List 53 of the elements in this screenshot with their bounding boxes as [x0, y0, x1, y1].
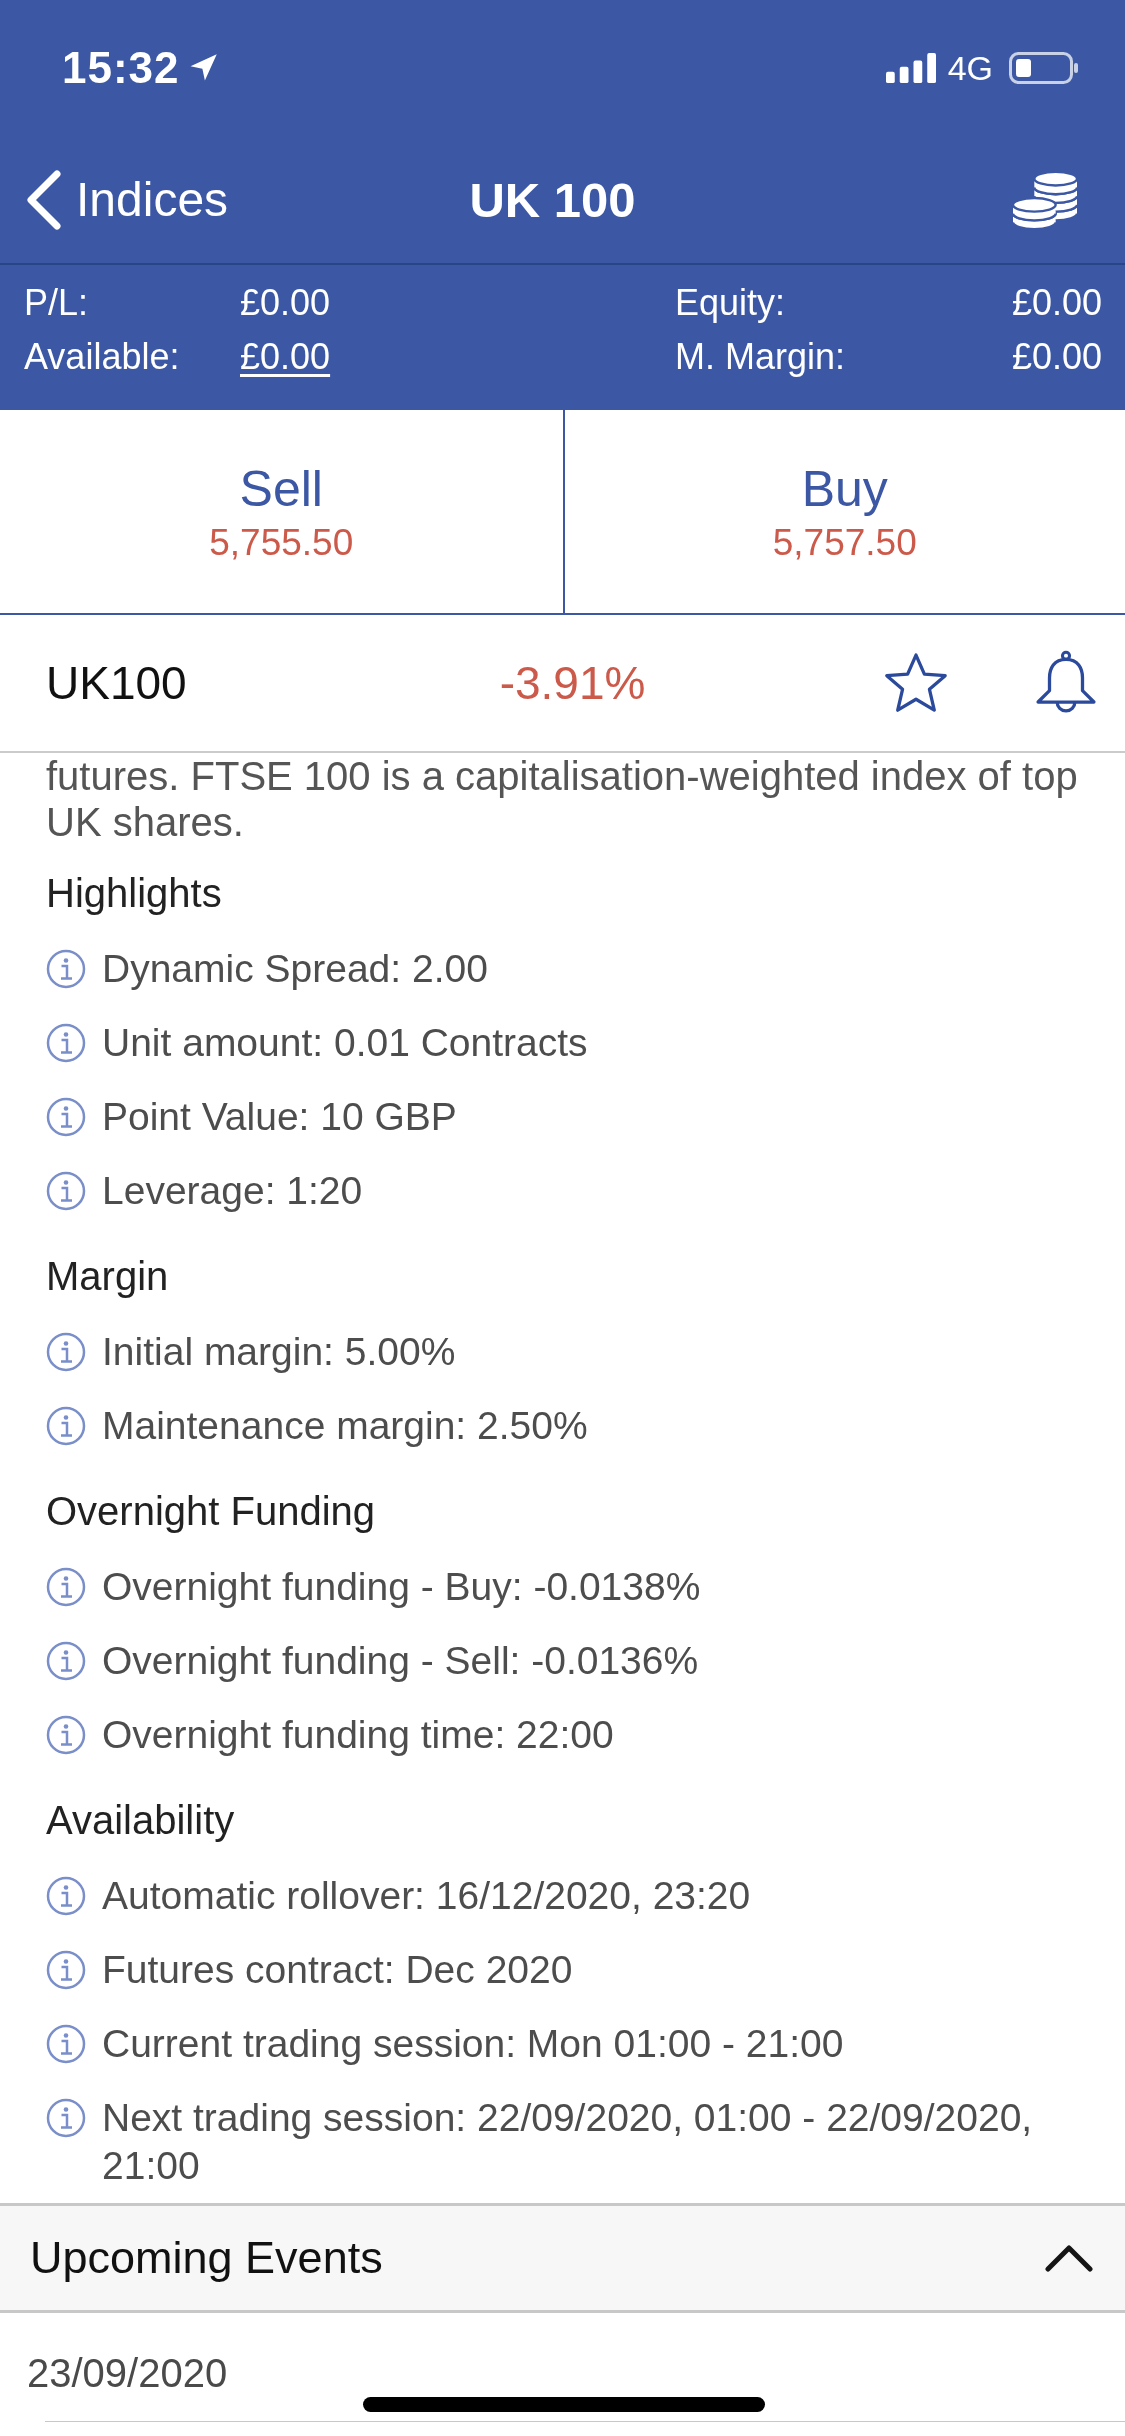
instrument-description: futures. FTSE 100 is a capitalisation-weighted index of top UK shares.	[45, 753, 1079, 845]
account-label: P/L:	[24, 282, 89, 324]
info-icon[interactable]	[46, 2024, 86, 2064]
chevron-left-icon	[26, 169, 62, 230]
info-icon[interactable]	[46, 1406, 86, 1446]
price-change: -3.91%	[499, 656, 646, 710]
detail-text: Maintenance margin: 2.50%	[102, 1403, 588, 1449]
nav-title: UK 100	[469, 171, 636, 228]
detail-text: Overnight funding time: 22:00	[102, 1712, 614, 1758]
detail-text: Futures contract: Dec 2020	[102, 1947, 573, 1993]
info-icon[interactable]	[46, 1023, 86, 1063]
detail-text: Leverage: 1:20	[102, 1168, 363, 1214]
detail-text: Point Value: 10 GBP	[102, 1094, 457, 1140]
chevron-up-icon[interactable]	[1045, 2244, 1093, 2272]
detail-text: Overnight funding - Buy: -0.0138%	[102, 1564, 701, 1610]
section-heading: Availability	[45, 1797, 236, 1844]
event-date: 23/09/2020	[27, 2350, 228, 2397]
info-icon[interactable]	[46, 1332, 86, 1372]
battery-icon	[1009, 52, 1079, 84]
upcoming-events-header[interactable]: Upcoming Events	[0, 2203, 1125, 2313]
account-value: £0.00	[1011, 336, 1102, 378]
section-heading: Overnight Funding	[45, 1488, 377, 1535]
info-icon[interactable]	[46, 1097, 86, 1137]
detail-text: Unit amount: 0.01 Contracts	[102, 1020, 588, 1066]
info-icon[interactable]	[46, 1876, 86, 1916]
back-button[interactable]: Indices	[26, 169, 229, 230]
info-icon[interactable]	[46, 1715, 86, 1755]
detail-text: Automatic rollover: 16/12/2020, 23:20	[102, 1873, 751, 1919]
account-label: Equity:	[675, 282, 786, 324]
account-value[interactable]: £0.00	[240, 336, 331, 378]
info-icon[interactable]	[46, 2098, 86, 2138]
info-icon[interactable]	[46, 949, 86, 989]
account-label: Available:	[24, 336, 180, 378]
star-icon[interactable]	[883, 651, 949, 715]
detail-text: Current trading session: Mon 01:00 - 21:00	[102, 2021, 844, 2067]
info-icon[interactable]	[46, 1171, 86, 1211]
detail-text: Initial margin: 5.00%	[102, 1329, 456, 1375]
instrument-symbol: UK100	[46, 656, 187, 710]
account-value: £0.00	[1011, 282, 1102, 324]
account-value: £0.00	[240, 282, 331, 324]
detail-text: Dynamic Spread: 2.00	[102, 946, 488, 992]
network-label: 4G	[947, 48, 993, 88]
info-icon[interactable]	[46, 1567, 86, 1607]
account-label: M. Margin:	[675, 336, 846, 378]
section-title: Upcoming Events	[30, 2232, 383, 2284]
signal-icon	[885, 53, 936, 83]
section-heading: Highlights	[45, 870, 223, 917]
info-icon[interactable]	[46, 1641, 86, 1681]
status-time: 15:32	[62, 43, 180, 93]
detail-text: Overnight funding - Sell: -0.0136%	[102, 1638, 699, 1684]
detail-text: Next trading session: 22/09/2020, 01:00 - 22/09/2020, 21:00	[102, 2095, 1034, 2189]
info-icon[interactable]	[46, 1950, 86, 1990]
section-heading: Margin	[45, 1253, 170, 1300]
